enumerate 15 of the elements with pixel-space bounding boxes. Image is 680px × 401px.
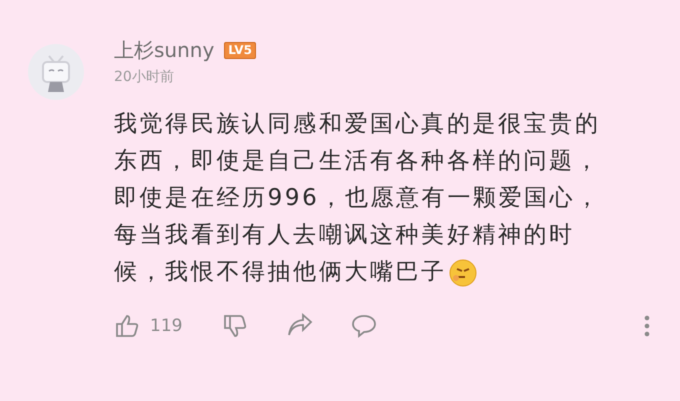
comment-line: 我觉得民族认同感和爱国心真的是很宝贵的 (114, 110, 600, 139)
dislike-icon[interactable] (222, 313, 248, 339)
post-time: 20小时前 (114, 68, 175, 86)
comment-line: 即使是在经历996，也愿意有一颗爱国心， (114, 184, 601, 213)
comment-line: 东西，即使是自己生活有各种各样的问题， (114, 147, 600, 176)
avatar-icon (28, 44, 84, 100)
level-badge: LV5 (224, 42, 256, 58)
like-count: 119 (150, 316, 182, 336)
angry-emoji-icon (448, 258, 477, 286)
username[interactable]: 上杉sunny (114, 36, 214, 64)
more-icon[interactable] (644, 315, 650, 337)
comment-line: 候，我恨不得抽他俩大嘴巴子 (114, 258, 447, 287)
comment-line: 每当我看到有人去嘲讽这种美好精神的时 (114, 221, 575, 250)
reply-icon[interactable] (350, 313, 378, 339)
like-icon[interactable] (114, 313, 140, 339)
